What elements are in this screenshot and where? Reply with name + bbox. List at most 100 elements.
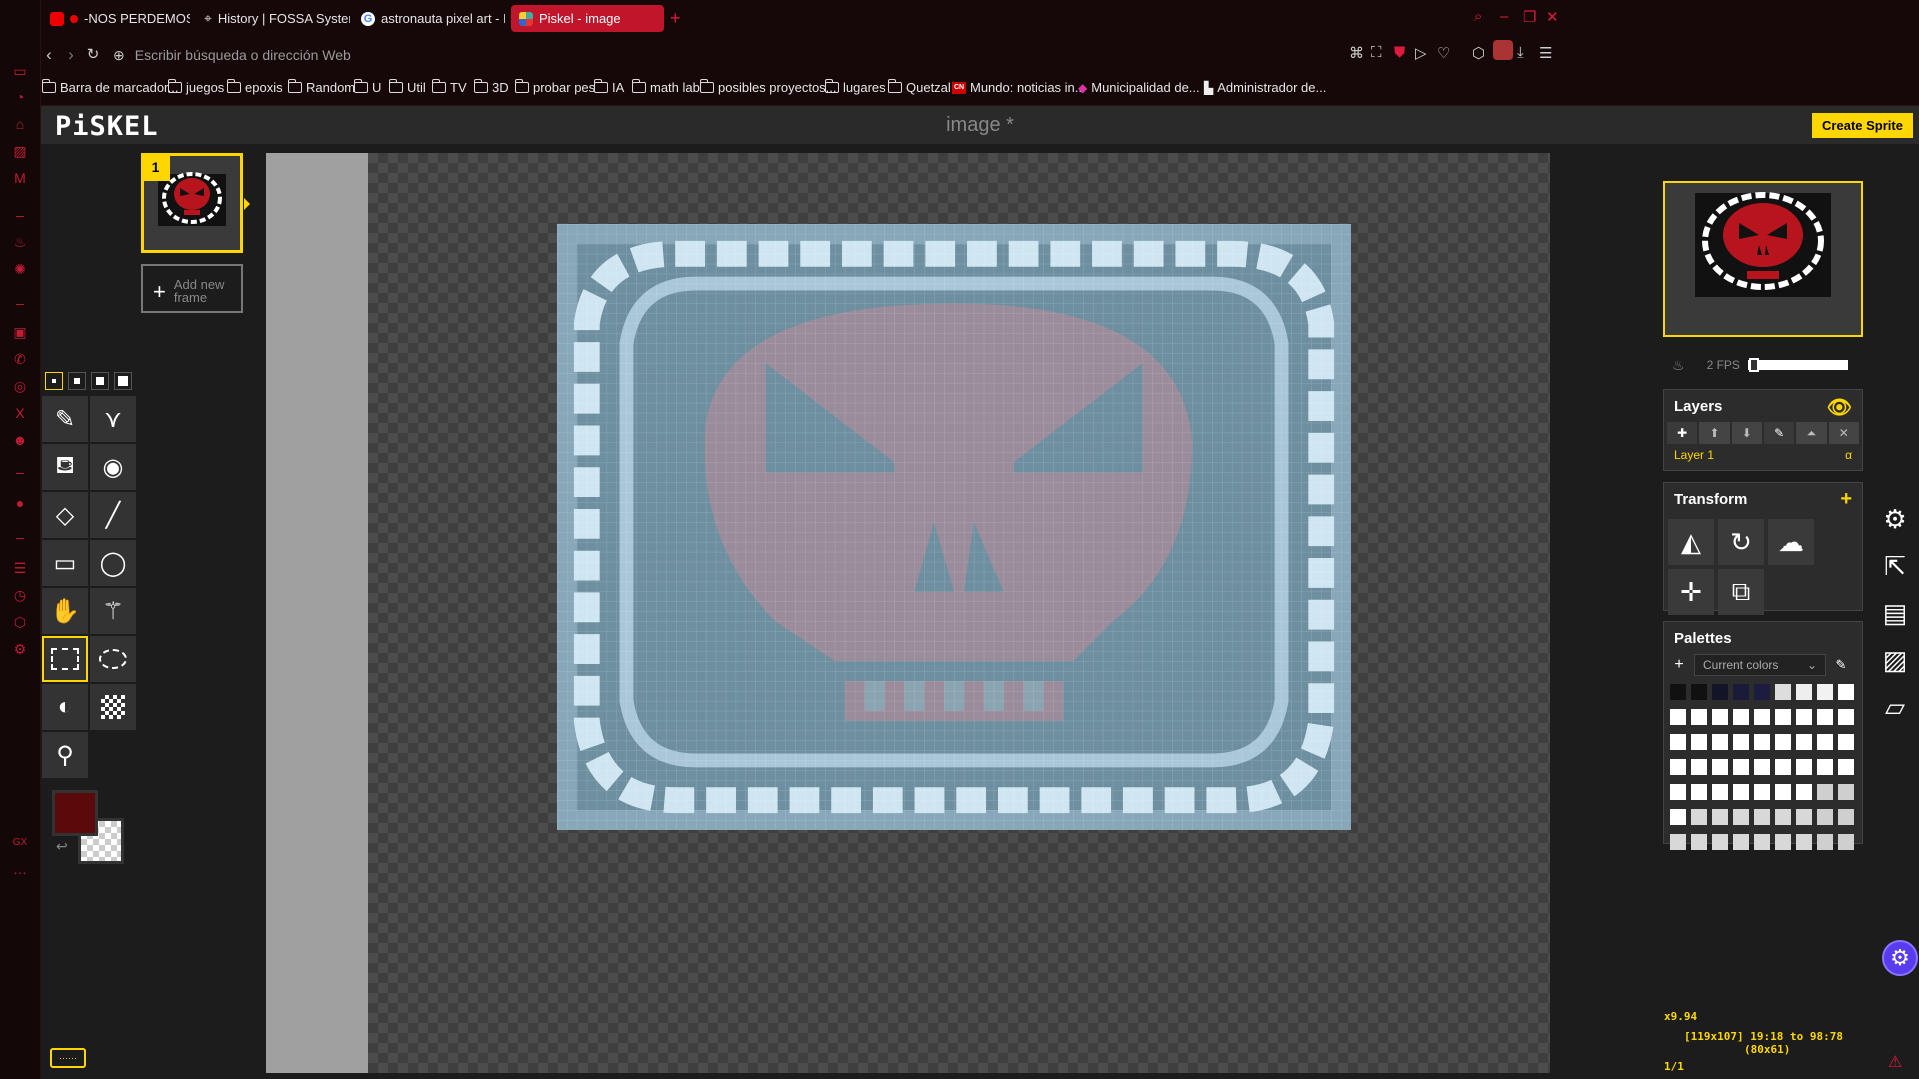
rectangle-tool[interactable]: ▭ — [42, 540, 88, 586]
bookmark[interactable]: ▙ Administrador de... — [1204, 80, 1326, 95]
palette-swatch[interactable] — [1670, 709, 1686, 725]
palette-swatch[interactable] — [1733, 809, 1749, 825]
download-icon[interactable]: ⤓ — [1517, 44, 1524, 61]
bookmark[interactable]: juegos — [167, 79, 224, 95]
palette-colors[interactable] — [1664, 676, 1862, 862]
history-icon[interactable]: ◷ — [10, 588, 30, 602]
save-button[interactable]: ▤ — [1872, 590, 1918, 636]
palette-swatch[interactable] — [1733, 784, 1749, 800]
swap-colors-icon[interactable]: ↩ — [56, 838, 68, 855]
palette-swatch[interactable] — [1691, 734, 1707, 750]
keyboard-shortcuts-icon[interactable]: ⋯⋯ — [50, 1048, 86, 1068]
mirror-pen-tool[interactable]: ⋎ — [90, 396, 136, 442]
eye-icon[interactable]: 👁 — [1827, 395, 1852, 420]
palette-swatch[interactable] — [1733, 684, 1749, 700]
bookmark[interactable]: ◆ Municipalidad de... — [1078, 80, 1200, 95]
play-icon[interactable]: ▷ — [1415, 44, 1427, 62]
palette-swatch[interactable] — [1733, 734, 1749, 750]
palette-swatch[interactable] — [1691, 784, 1707, 800]
flip-button[interactable]: ◭ — [1668, 519, 1714, 565]
tabs-icon[interactable]: ☰ — [10, 561, 30, 575]
palette-swatch[interactable] — [1712, 809, 1728, 825]
palette-swatch[interactable] — [1775, 734, 1791, 750]
palette-swatch[interactable] — [1754, 784, 1770, 800]
bookmark[interactable]: CN Mundo: noticias in... — [952, 80, 1086, 95]
avatar[interactable] — [1493, 40, 1513, 60]
palette-swatch[interactable] — [1754, 684, 1770, 700]
edit-palette-icon[interactable]: ✎ — [1830, 657, 1852, 673]
palette-swatch[interactable] — [1817, 759, 1833, 775]
heart-icon[interactable]: ♡ — [1437, 44, 1450, 62]
delete-layer-button[interactable]: ✕ — [1828, 422, 1859, 444]
more-icon[interactable]: … — [10, 862, 30, 876]
wallet-icon[interactable]: ▭ — [10, 64, 30, 78]
palette-swatch[interactable] — [1838, 834, 1854, 850]
back-icon[interactable]: ‹ — [38, 45, 60, 65]
layer-alpha[interactable]: α — [1845, 448, 1852, 462]
bookmark[interactable]: TV — [431, 79, 467, 95]
maximize-icon[interactable]: ❐ — [1523, 8, 1536, 26]
palette-swatch[interactable] — [1838, 709, 1854, 725]
palette-swatch[interactable] — [1712, 734, 1728, 750]
add-layer-button[interactable]: ✚ — [1667, 422, 1698, 444]
close-window-icon[interactable]: ✕ — [1546, 8, 1559, 26]
capture-icon[interactable]: ⛶ — [1371, 44, 1382, 61]
palette-swatch[interactable] — [1817, 784, 1833, 800]
palette-swatch[interactable] — [1817, 809, 1833, 825]
palette-swatch[interactable] — [1796, 684, 1812, 700]
palette-swatch[interactable] — [1754, 834, 1770, 850]
clone-button[interactable]: ☁ — [1768, 519, 1814, 565]
settings-button[interactable]: ⚙ — [1872, 496, 1918, 542]
whatsapp-icon[interactable]: ✆ — [10, 352, 30, 366]
merge-layer-button[interactable]: ⏶ — [1796, 422, 1827, 444]
rotate-button[interactable]: ↻ — [1718, 519, 1764, 565]
tab-google[interactable]: G astronauta pixel art - Bus — [353, 5, 505, 32]
palette-swatch[interactable] — [1838, 809, 1854, 825]
bookmark[interactable]: math lab — [631, 79, 700, 95]
palette-swatch[interactable] — [1796, 759, 1812, 775]
palette-swatch[interactable] — [1670, 784, 1686, 800]
eraser-tool[interactable]: ◇ — [42, 492, 88, 538]
palette-swatch[interactable] — [1838, 784, 1854, 800]
fps-slider[interactable] — [1747, 358, 1848, 372]
primary-color-swatch[interactable] — [52, 790, 98, 836]
palette-swatch[interactable] — [1712, 834, 1728, 850]
bookmark[interactable]: 3D — [473, 79, 509, 95]
document-title[interactable]: image * — [900, 114, 1060, 137]
add-palette-icon[interactable]: + — [1668, 656, 1690, 674]
palette-swatch[interactable] — [1754, 709, 1770, 725]
adblock-icon[interactable]: ⛊ — [1394, 44, 1405, 61]
palette-swatch[interactable] — [1691, 809, 1707, 825]
palette-swatch[interactable] — [1817, 684, 1833, 700]
sprite-canvas[interactable] — [557, 224, 1351, 830]
palette-swatch[interactable] — [1775, 709, 1791, 725]
bookmark[interactable]: epoxis — [226, 79, 283, 95]
shape-selection-tool[interactable]: ⚚ — [90, 588, 136, 634]
tab-youtube[interactable]: -NOS PERDEMOS EN E — [42, 5, 190, 32]
reload-icon[interactable]: ↻ — [82, 45, 104, 63]
palette-swatch[interactable] — [1712, 684, 1728, 700]
import-button[interactable]: ▱ — [1872, 684, 1918, 730]
paint-bucket-tool[interactable]: ⛾ — [42, 444, 88, 490]
tab-piskel[interactable]: Piskel - image — [511, 5, 664, 32]
palette-swatch[interactable] — [1796, 709, 1812, 725]
circle-tool[interactable]: ◯ — [90, 540, 136, 586]
palette-swatch[interactable] — [1796, 809, 1812, 825]
palette-swatch[interactable] — [1775, 784, 1791, 800]
instagram-icon[interactable]: ◎ — [10, 379, 30, 393]
palette-swatch[interactable] — [1691, 684, 1707, 700]
mail-icon[interactable]: M — [10, 171, 30, 185]
add-frame-button[interactable]: + Add new frame — [141, 264, 243, 313]
palette-swatch[interactable] — [1712, 784, 1728, 800]
paint-all-same-color-tool[interactable]: ◉ — [90, 444, 136, 490]
color-picker-tool[interactable]: ⚲ — [42, 732, 88, 778]
bookmark[interactable]: Barra de marcador... — [41, 79, 179, 95]
lighten-tool[interactable]: ◐ — [42, 684, 88, 730]
settings-side-icon[interactable]: ⚙ — [10, 642, 30, 656]
ai-icon[interactable]: ✺ — [10, 262, 30, 276]
palette-swatch[interactable] — [1775, 759, 1791, 775]
twitch-icon[interactable]: ▣ — [10, 325, 30, 339]
minimize-icon[interactable]: – — [1500, 8, 1508, 25]
palette-swatch[interactable] — [1670, 834, 1686, 850]
palette-swatch[interactable] — [1733, 834, 1749, 850]
